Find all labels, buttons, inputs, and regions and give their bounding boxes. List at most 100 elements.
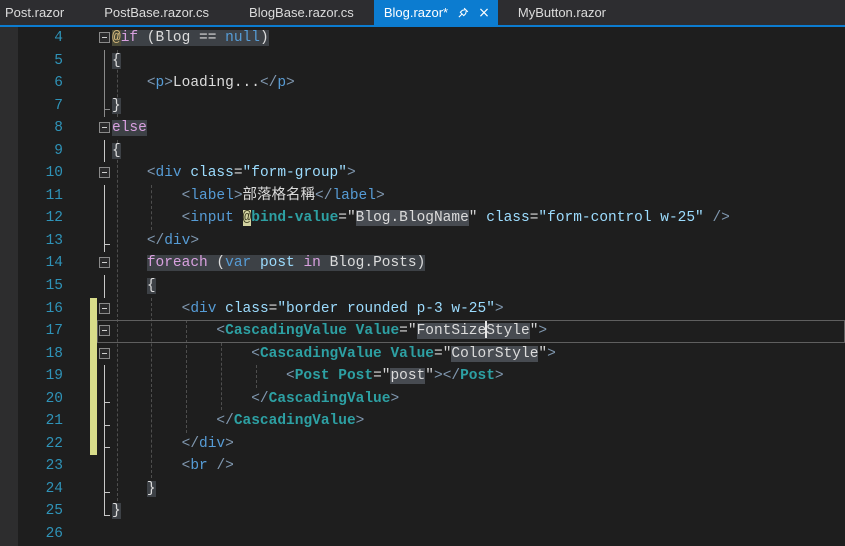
code-line-19[interactable]: 19 <Post Post="post"></Post> [0, 365, 845, 388]
fold-end-tick [104, 492, 110, 494]
code-token: > [286, 75, 295, 92]
tab-postbase-razor-cs[interactable]: PostBase.razor.cs [84, 0, 229, 25]
code-line-10[interactable]: 10 <div class="form-group"> [0, 162, 845, 185]
fold-end-tick [104, 109, 110, 111]
change-tracking-bar [90, 365, 97, 388]
code-token: > [233, 187, 243, 204]
breakpoint-margin [0, 229, 18, 253]
change-margin [68, 365, 97, 388]
change-margin [68, 27, 97, 50]
tab-post-razor[interactable]: Post.razor [0, 0, 84, 25]
code-token: Blog.BlogName [355, 210, 469, 227]
fold-collapse-button[interactable] [99, 325, 110, 337]
fold-collapse-button[interactable] [99, 167, 110, 179]
code-line-24[interactable]: 24 } [0, 477, 845, 501]
code-line-20[interactable]: 20 </CascadingValue> [0, 387, 845, 411]
breakpoint-margin [0, 297, 18, 321]
code-text: <br /> [112, 455, 845, 478]
code-token: label [190, 187, 234, 204]
line-number: 16 [45, 300, 63, 317]
change-margin [68, 297, 97, 321]
code-line-23[interactable]: 23 <br /> [0, 455, 845, 478]
fold-margin [97, 343, 112, 366]
code-line-7[interactable]: 7} [0, 94, 845, 118]
fold-collapse-button[interactable] [99, 32, 110, 43]
fold-guide-line [104, 455, 105, 478]
fold-guide-line [104, 477, 105, 501]
code-line-12[interactable]: 12 <input @bind-value="Blog.BlogName" cl… [0, 207, 845, 230]
code-token: class [225, 300, 269, 317]
fold-collapse-button[interactable] [99, 122, 110, 134]
fold-guide-line [104, 94, 105, 118]
close-icon[interactable]: × [478, 6, 490, 20]
code-text: <div class="border rounded p-3 w-25"> [112, 298, 845, 321]
code-token: 部落格名稱 [242, 187, 316, 204]
code-line-15[interactable]: 15 { [0, 275, 845, 298]
line-number: 17 [45, 323, 63, 340]
code-text: } [112, 500, 845, 523]
code-token: > [164, 75, 173, 92]
code-line-8[interactable]: 8 else [0, 117, 845, 140]
code-token: > [346, 165, 356, 182]
line-number: 12 [45, 210, 63, 227]
change-tracking-bar [90, 342, 97, 366]
fold-guide-line [104, 432, 105, 456]
fold-margin [97, 320, 112, 343]
code-line-25[interactable]: 25} [0, 500, 845, 524]
tab-label: Blog.razor* [383, 5, 449, 20]
change-tracking-bar [90, 410, 97, 433]
line-number: 4 [54, 30, 63, 46]
code-token: " [425, 368, 434, 385]
code-text: <CascadingValue Value="ColorStyle"> [112, 343, 845, 366]
code-line-22[interactable]: 22 </div> [0, 432, 845, 456]
code-line-16[interactable]: 16 <div class="border rounded p-3 w-25"> [0, 297, 845, 321]
code-token: < [146, 165, 156, 182]
fold-collapse-button[interactable] [99, 257, 110, 269]
change-margin [68, 500, 97, 523]
code-line-21[interactable]: 21 </CascadingValue> [0, 410, 845, 433]
code-line-13[interactable]: 13 </div> [0, 229, 845, 253]
fold-guide-line [104, 500, 105, 516]
code-line-5[interactable]: 5{ [0, 49, 845, 73]
breakpoint-margin [0, 500, 18, 524]
fold-guide-line [104, 275, 105, 298]
code-line-18[interactable]: 18 <CascadingValue Value="ColorStyle"> [0, 342, 845, 366]
code-line-6[interactable]: 6 <p>Loading...</p> [0, 72, 845, 95]
code-line-11[interactable]: 11 <label>部落格名稱</label> [0, 184, 845, 208]
tab-label: Post.razor [5, 5, 65, 20]
fold-collapse-button[interactable] [99, 302, 110, 314]
code-line-26[interactable]: 26 [0, 523, 845, 546]
breakpoint-margin [0, 94, 18, 118]
code-line-14[interactable]: 14 foreach (var post in Blog.Posts) [0, 252, 845, 276]
breakpoint-margin [0, 455, 18, 478]
breakpoint-margin [0, 342, 18, 366]
pin-icon[interactable] [457, 7, 469, 19]
fold-collapse-button[interactable] [99, 347, 110, 359]
code-token: if [120, 30, 139, 46]
code-editor[interactable]: 4 @if (Blog == null) 5{6 <p>Loading...</p>… [0, 27, 845, 546]
tab-blog-razor[interactable]: Blog.razor* × [373, 0, 498, 25]
code-token: @ [112, 30, 121, 46]
fold-margin [97, 117, 112, 140]
code-line-9[interactable]: 9{ [0, 139, 845, 163]
tab-mybutton-razor[interactable]: MyButton.razor [498, 0, 626, 25]
tab-blogbase-razor-cs[interactable]: BlogBase.razor.cs [229, 0, 374, 25]
code-token: "border rounded p-3 w-25" [277, 300, 495, 317]
breakpoint-margin [0, 410, 18, 433]
code-token: ) [416, 255, 426, 272]
fold-margin [97, 500, 112, 523]
breakpoint-margin [0, 117, 18, 140]
code-line-4[interactable]: 4 @if (Blog == null) [0, 27, 845, 50]
change-margin [68, 50, 97, 73]
code-token: > [538, 323, 548, 340]
change-margin [68, 523, 97, 546]
breakpoint-margin [0, 432, 18, 456]
code-token: Style [486, 323, 530, 340]
line-number: 6 [54, 75, 63, 92]
code-line-17[interactable]: 17 <CascadingValue Value="FontSizeStyle"… [0, 320, 845, 343]
code-token: @ [242, 210, 252, 227]
